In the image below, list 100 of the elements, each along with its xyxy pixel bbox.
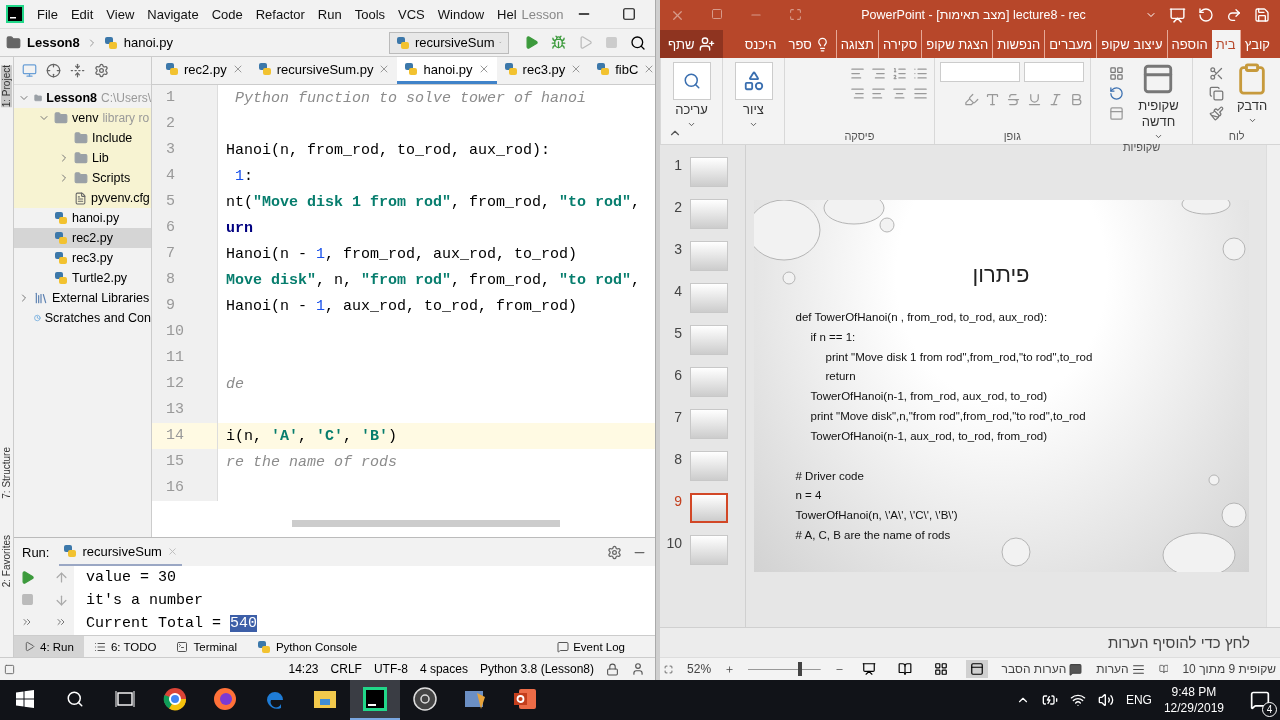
tree-item[interactable]: Turtle2.py: [14, 268, 151, 288]
favorites-tab[interactable]: 2: Favorites: [1, 534, 12, 588]
font-name-field[interactable]: [939, 62, 1020, 82]
tree-item[interactable]: Lesson8 C:\Users\: [14, 88, 151, 108]
project-tab[interactable]: 1: Project: [1, 65, 12, 108]
event-log-button[interactable]: Event Log: [557, 640, 655, 653]
ide-icon[interactable]: [363, 687, 387, 711]
status-item[interactable]: 4 spaces: [419, 662, 468, 676]
menu-item[interactable]: Window: [437, 6, 485, 22]
restore-icon[interactable]: [789, 7, 802, 21]
save-icon[interactable]: [1254, 7, 1270, 23]
font-size-field[interactable]: [1023, 62, 1084, 82]
editing-button[interactable]: עריכה: [667, 62, 716, 129]
recorder-icon[interactable]: [413, 687, 437, 711]
breadcrumb-item[interactable]: Lesson8: [27, 35, 80, 50]
browser-icon[interactable]: [163, 687, 187, 711]
up-arrow-icon[interactable]: [53, 570, 69, 585]
stop-icon[interactable]: [20, 593, 34, 606]
presenter-icon[interactable]: [1169, 6, 1186, 24]
comments-button[interactable]: הערות הסבר: [1001, 662, 1083, 676]
slide-thumbnail[interactable]: [690, 283, 728, 313]
sign-in-link[interactable]: היכנס: [738, 30, 783, 58]
menu-item[interactable]: Hel: [497, 6, 517, 22]
clock[interactable]: 9:48 PM 12/29/2019: [1163, 684, 1224, 716]
italic-icon[interactable]: [1047, 92, 1063, 107]
tree-item[interactable]: venv library ro: [14, 108, 151, 128]
strikethrough-icon[interactable]: [1005, 92, 1021, 107]
status-item[interactable]: Python 3.8 (Lesson8): [479, 662, 594, 676]
fit-slide-icon[interactable]: [664, 662, 674, 676]
task-view-icon[interactable]: [115, 690, 135, 708]
slider-thumb[interactable]: [798, 662, 803, 676]
run-tab[interactable]: recursiveSum: [59, 538, 182, 566]
settings-icon[interactable]: [94, 63, 109, 78]
tool-window-tab[interactable]: Terminal: [166, 636, 247, 657]
notes-button[interactable]: הערות: [1096, 662, 1145, 676]
tree-item[interactable]: Scripts: [14, 168, 151, 188]
menu-item[interactable]: Refactor: [255, 6, 305, 22]
menu-item[interactable]: File: [37, 6, 58, 22]
menu-item[interactable]: VCS: [398, 6, 425, 22]
status-item[interactable]: UTF-8: [373, 662, 408, 676]
status-item[interactable]: 14:23: [288, 662, 319, 676]
editor-tab[interactable]: fibC: [589, 57, 663, 84]
slide-thumbnail[interactable]: [690, 199, 728, 229]
drawing-button[interactable]: ציור: [729, 62, 778, 129]
menu-item[interactable]: View: [106, 6, 135, 22]
horizontal-scrollbar[interactable]: [292, 520, 560, 527]
slides-button[interactable]: שקופית חדשה: [1130, 62, 1187, 141]
underline-icon[interactable]: [1026, 92, 1042, 107]
lock-icon[interactable]: [606, 662, 619, 676]
ribbon-tab[interactable]: בית: [1211, 30, 1240, 58]
presentation-app-icon[interactable]: [513, 687, 537, 711]
editor-tab[interactable]: recursiveSum.py: [250, 57, 398, 84]
search-icon[interactable]: [66, 690, 84, 708]
tool-window-tab[interactable]: 6: TODO: [83, 636, 167, 657]
tree-item[interactable]: hanoi.py: [14, 208, 151, 228]
redo-icon[interactable]: [1226, 7, 1242, 23]
collapse-all-icon[interactable]: [70, 63, 85, 78]
language-indicator[interactable]: ENG: [1125, 693, 1152, 707]
tree-item[interactable]: rec3.py: [14, 248, 151, 268]
tool-window-tab[interactable]: Python Console: [246, 636, 368, 657]
clipboard-button[interactable]: הדבק: [1230, 62, 1274, 125]
slide-thumbnail[interactable]: [690, 325, 728, 355]
more-icon[interactable]: [21, 616, 33, 628]
tree-item[interactable]: pyvenv.cfg: [14, 188, 151, 208]
rerun-icon[interactable]: [19, 570, 35, 585]
locate-icon[interactable]: [46, 63, 61, 78]
slide-thumbnail[interactable]: [690, 157, 728, 187]
editor-tab[interactable]: rec2.py: [158, 57, 251, 84]
bullets-icon[interactable]: [912, 66, 928, 81]
slide-thumbnail[interactable]: [690, 409, 728, 439]
menu-item[interactable]: Run: [317, 6, 342, 22]
menu-item[interactable]: Navigate: [147, 6, 199, 22]
editor-tab[interactable]: hanoi.py: [397, 57, 497, 84]
zoom-level[interactable]: 52%: [687, 662, 712, 676]
structure-tab[interactable]: 7: Structure: [1, 447, 12, 499]
share-button[interactable]: שתף: [660, 30, 723, 58]
browser-icon[interactable]: [213, 687, 237, 711]
battery-icon[interactable]: [1041, 692, 1058, 708]
down-arrow-icon[interactable]: [53, 593, 69, 608]
breadcrumb-item[interactable]: hanoi.py: [123, 35, 173, 50]
start-icon[interactable]: [16, 690, 34, 708]
tree-item[interactable]: rec2.py: [14, 228, 151, 248]
slide-thumbnail[interactable]: [690, 535, 728, 565]
tree-item[interactable]: External Libraries: [14, 288, 151, 308]
wifi-icon[interactable]: [1069, 692, 1086, 708]
tree-item[interactable]: Include: [14, 128, 151, 148]
slide-thumbnail[interactable]: [690, 241, 728, 271]
close-icon[interactable]: [166, 545, 178, 557]
align-right-icon[interactable]: [870, 66, 886, 81]
highlight-icon[interactable]: [963, 92, 979, 107]
volume-icon[interactable]: [1097, 692, 1114, 708]
accessibility-icon[interactable]: [1158, 662, 1169, 676]
view-options-icon[interactable]: [22, 63, 37, 78]
menu-item[interactable]: Edit: [70, 6, 94, 22]
menu-item[interactable]: Tools: [354, 6, 386, 22]
menu-item[interactable]: Code: [211, 6, 243, 22]
align-left-icon[interactable]: [870, 86, 886, 101]
slide-thumbnail[interactable]: [690, 451, 728, 481]
align-left-icon[interactable]: [849, 66, 865, 81]
run-config-dropdown[interactable]: recursiveSum: [389, 31, 509, 54]
